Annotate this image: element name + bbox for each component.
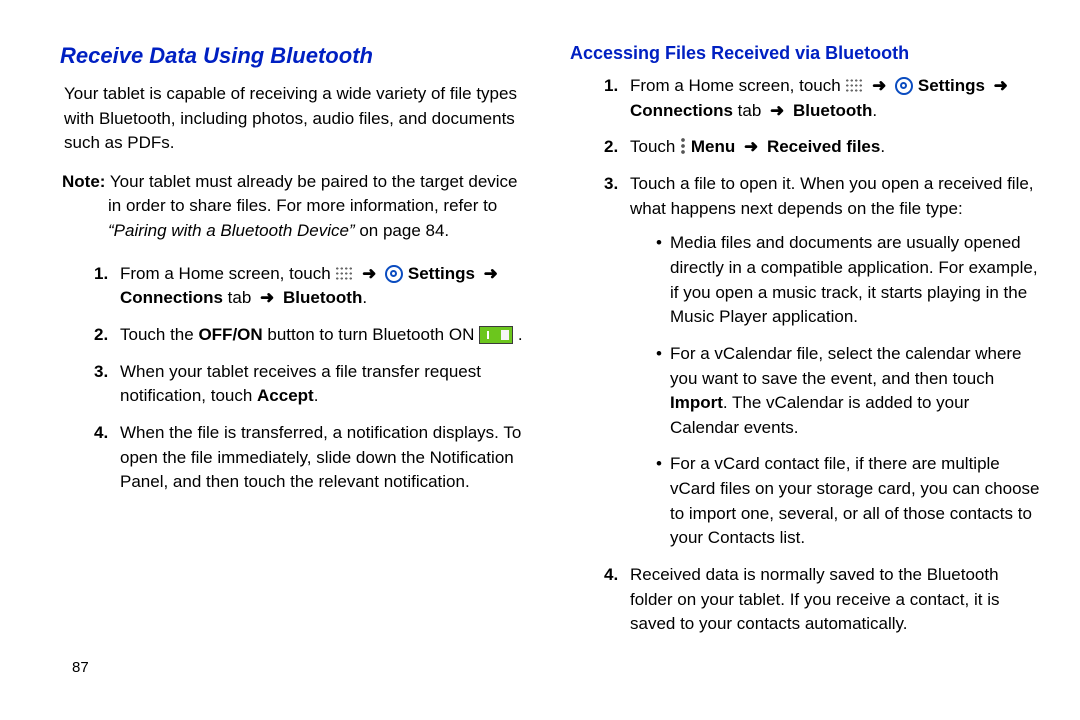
right-column: Accessing Files Received via Bluetooth F…	[570, 40, 1040, 700]
bullet2-a: For a vCalendar file, select the calenda…	[670, 344, 1022, 388]
connections-label: Connections	[630, 101, 733, 120]
note-label: Note:	[62, 172, 105, 191]
left-column: Receive Data Using Bluetooth Your tablet…	[60, 40, 530, 700]
note-reference-suffix: on page 84.	[355, 221, 450, 240]
settings-icon	[385, 265, 403, 283]
step2-text-a: Touch the	[120, 325, 198, 344]
right-bullets: Media files and documents are usually op…	[630, 231, 1040, 551]
left-step-2: Touch the OFF/ON button to turn Bluetoot…	[94, 323, 530, 348]
apps-icon	[845, 78, 863, 93]
toggle-on-icon	[479, 326, 513, 344]
r-step2-a: Touch	[630, 137, 680, 156]
step2-offon: OFF/ON	[198, 325, 262, 344]
arrow-icon: ➜	[358, 264, 380, 283]
page-number: 87	[72, 659, 89, 676]
arrow-icon: ➜	[480, 264, 502, 283]
menu-icon	[680, 138, 686, 154]
connections-label: Connections	[120, 288, 223, 307]
received-files-label: Received files	[767, 137, 880, 156]
note-reference: “Pairing with a Bluetooth Device”	[108, 221, 355, 240]
settings-label: Settings	[408, 264, 475, 283]
note-text-line2: in order to share files. For more inform…	[108, 196, 497, 215]
left-step-3: When your tablet receives a file transfe…	[94, 360, 530, 409]
r-step3-intro: Touch a file to open it. When you open a…	[630, 174, 1034, 218]
right-step-1: From a Home screen, touch ➜ Settings ➜ C…	[604, 74, 1040, 123]
settings-label: Settings	[918, 76, 985, 95]
step2-text-c: button to turn Bluetooth ON	[263, 325, 479, 344]
tab-word: tab	[733, 101, 766, 120]
step3-accept: Accept	[257, 386, 314, 405]
bluetooth-label: Bluetooth	[793, 101, 872, 120]
arrow-icon: ➜	[766, 101, 788, 120]
right-step-2: Touch Menu ➜ Received files.	[604, 135, 1040, 160]
right-steps: From a Home screen, touch ➜ Settings ➜ C…	[570, 74, 1040, 637]
left-steps: From a Home screen, touch ➜ Settings ➜ C…	[60, 262, 530, 495]
bullet-vcard: For a vCard contact file, if there are m…	[656, 452, 1040, 551]
left-step-1: From a Home screen, touch ➜ Settings ➜ C…	[94, 262, 530, 311]
menu-label: Menu	[691, 137, 735, 156]
apps-icon	[335, 266, 353, 281]
tab-word: tab	[223, 288, 256, 307]
step1-prefix: From a Home screen, touch	[120, 264, 335, 283]
bluetooth-label: Bluetooth	[283, 288, 362, 307]
bullet-media: Media files and documents are usually op…	[656, 231, 1040, 330]
intro-paragraph: Your tablet is capable of receiving a wi…	[64, 82, 530, 156]
heading-accessing: Accessing Files Received via Bluetooth	[570, 40, 1040, 66]
r-step1-prefix: From a Home screen, touch	[630, 76, 845, 95]
bullet2-import: Import	[670, 393, 723, 412]
arrow-icon: ➜	[740, 137, 762, 156]
right-step-3: Touch a file to open it. When you open a…	[604, 172, 1040, 551]
note-text-line1: Your tablet must already be paired to th…	[110, 172, 518, 191]
arrow-icon: ➜	[256, 288, 278, 307]
settings-icon	[895, 77, 913, 95]
bullet-vcalendar: For a vCalendar file, select the calenda…	[656, 342, 1040, 441]
arrow-icon: ➜	[868, 76, 890, 95]
left-step-4: When the file is transferred, a notifica…	[94, 421, 530, 495]
note-block: Note: Your tablet must already be paired…	[62, 170, 530, 244]
heading-receive: Receive Data Using Bluetooth	[60, 40, 530, 72]
right-step-4: Received data is normally saved to the B…	[604, 563, 1040, 637]
arrow-icon: ➜	[990, 76, 1012, 95]
